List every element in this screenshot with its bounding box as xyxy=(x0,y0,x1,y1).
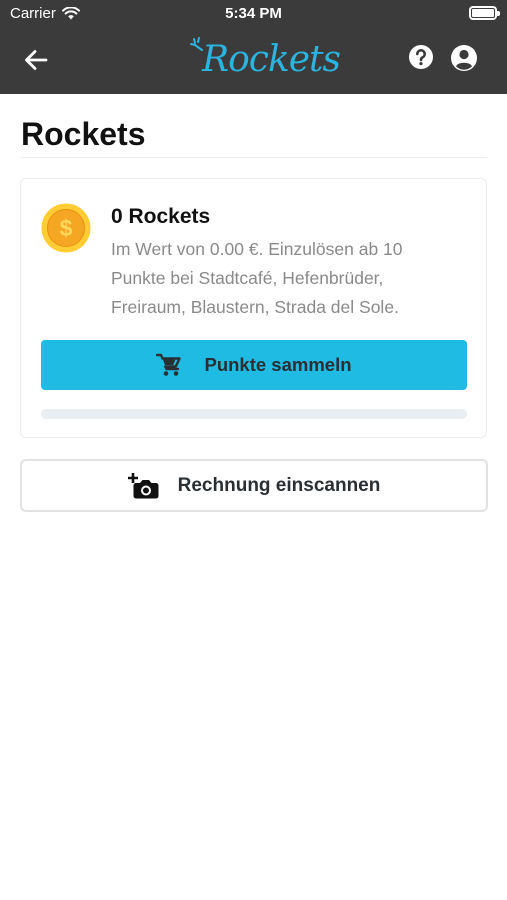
page-title: Rockets xyxy=(21,116,146,152)
svg-text:$: $ xyxy=(60,215,73,241)
scan-receipt-label: Rechnung einscannen xyxy=(177,474,381,496)
dollar-coin-icon: $ xyxy=(41,203,91,253)
rockets-logo: Rockets xyxy=(190,36,341,84)
collect-points-label: Punkte sammeln xyxy=(204,354,352,375)
help-circle-icon xyxy=(409,45,433,69)
cart-icon xyxy=(156,353,182,376)
rewards-card: $ 0 Rockets Im Wert von 0.00 €. Einzulös… xyxy=(20,178,487,438)
logo-text: Rockets xyxy=(202,39,341,80)
collect-points-button[interactable]: Punkte sammeln xyxy=(41,340,467,390)
arrow-left-icon xyxy=(25,50,48,70)
status-bar: Carrier 5:34 PM xyxy=(0,0,507,28)
rockets-description: Im Wert von 0.00 €. Einzulösen ab 10 Pun… xyxy=(111,239,403,317)
account-button[interactable] xyxy=(450,44,478,72)
battery-level xyxy=(472,9,494,17)
rockets-balance: 0 Rockets xyxy=(111,205,211,228)
account-circle-icon xyxy=(451,45,477,71)
battery-icon xyxy=(469,6,500,20)
camera-plus-icon xyxy=(127,472,159,498)
nav-bar: Rockets xyxy=(0,28,507,94)
scan-receipt-button[interactable]: Rechnung einscannen xyxy=(20,459,488,512)
back-button[interactable] xyxy=(20,46,52,74)
help-button[interactable] xyxy=(408,44,434,70)
points-progress-bar xyxy=(41,409,467,419)
app-header: Carrier 5:34 PM Rockets xyxy=(0,0,507,94)
title-divider xyxy=(21,157,487,158)
status-time: 5:34 PM xyxy=(225,5,282,22)
